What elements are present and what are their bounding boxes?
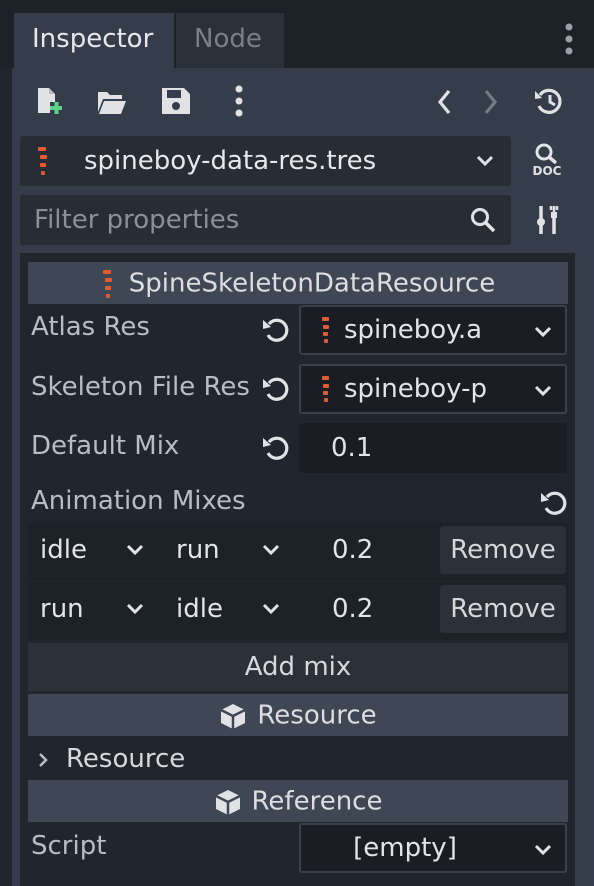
section-header-spine[interactable]: SpineSkeletonDataResource (28, 262, 568, 304)
atlas-res-label: Atlas Res (31, 312, 150, 342)
doc-button[interactable]: DOC (528, 142, 566, 180)
skeleton-file-res-field[interactable]: spineboy-p (299, 364, 567, 414)
tools-icon[interactable] (534, 204, 562, 236)
remove-mix-button[interactable]: Remove (440, 526, 566, 574)
chevron-down-icon (262, 602, 280, 616)
cube-icon (214, 788, 242, 816)
chevron-down-icon (126, 602, 144, 616)
revert-icon[interactable] (262, 316, 292, 344)
section-header-reference[interactable]: Reference (28, 780, 568, 822)
skeleton-file-res-label: Skeleton File Res (31, 372, 250, 402)
mix-from-select[interactable]: run (28, 582, 156, 636)
mix-to-select[interactable]: idle (164, 582, 292, 636)
chevron-right-icon (38, 752, 48, 768)
revert-icon[interactable] (262, 434, 292, 462)
tab-menu-icon[interactable] (561, 22, 577, 56)
spine-icon (36, 146, 50, 176)
script-label: Script (31, 831, 107, 861)
mix-duration-field[interactable]: 0.2 (300, 582, 430, 636)
chevron-down-icon (534, 325, 552, 339)
section-title: Resource (257, 700, 377, 731)
animation-mix-row: idle run 0.2 Remove (28, 523, 568, 581)
default-mix-field[interactable]: 0.1 (299, 423, 567, 473)
mix-duration-value: 0.2 (332, 594, 374, 624)
section-header-resource[interactable]: Resource (28, 694, 568, 736)
cube-icon (219, 702, 247, 730)
chevron-down-icon (476, 154, 494, 168)
chevron-down-icon (126, 543, 144, 557)
mix-from-select[interactable]: idle (28, 523, 156, 577)
skeleton-file-res-value: spineboy-p (344, 374, 487, 404)
add-mix-button[interactable]: Add mix (28, 643, 568, 691)
history-icon[interactable] (533, 86, 565, 116)
mix-from-value: idle (40, 535, 87, 565)
mix-to-select[interactable]: run (164, 523, 292, 577)
subsection-label: Resource (66, 744, 186, 774)
atlas-res-field[interactable]: spineboy.a (299, 305, 567, 355)
history-back-icon[interactable] (436, 88, 452, 116)
spine-icon (320, 316, 332, 344)
default-mix-value: 0.1 (331, 433, 373, 463)
remove-mix-button[interactable]: Remove (440, 585, 566, 633)
history-forward-icon[interactable] (483, 88, 499, 116)
resource-selector[interactable]: spineboy-data-res.tres (20, 136, 511, 186)
doc-label: DOC (532, 164, 562, 178)
mix-from-value: run (40, 594, 84, 624)
save-icon[interactable] (160, 86, 192, 116)
open-folder-icon[interactable] (96, 88, 128, 116)
section-title: SpineSkeletonDataResource (128, 268, 496, 299)
animation-mixes-label: Animation Mixes (31, 486, 246, 516)
default-mix-label: Default Mix (31, 431, 180, 461)
subsection-resource[interactable]: Resource (28, 738, 568, 780)
chevron-down-icon (534, 384, 552, 398)
new-resource-icon[interactable] (34, 86, 64, 116)
mix-to-value: idle (176, 594, 223, 624)
mix-to-value: run (176, 535, 220, 565)
filter-properties-input[interactable]: Filter properties (20, 195, 511, 245)
chevron-down-icon (262, 543, 280, 557)
atlas-res-value: spineboy.a (344, 315, 483, 345)
more-vertical-icon[interactable] (232, 84, 246, 118)
resource-selector-label: spineboy-data-res.tres (84, 146, 377, 176)
animation-mix-row: run idle 0.2 Remove (28, 582, 568, 640)
chevron-down-icon (534, 843, 552, 857)
script-value: [empty] (353, 833, 457, 863)
mix-duration-field[interactable]: 0.2 (300, 523, 430, 577)
script-field[interactable]: [empty] (299, 823, 567, 873)
mix-duration-value: 0.2 (332, 535, 374, 565)
revert-icon[interactable] (262, 375, 292, 403)
revert-icon[interactable] (540, 489, 570, 517)
section-title: Reference (251, 786, 383, 817)
spine-icon (320, 375, 332, 403)
filter-placeholder: Filter properties (34, 205, 240, 235)
tab-inspector[interactable]: Inspector (14, 13, 174, 68)
tab-node[interactable]: Node (176, 13, 284, 68)
search-icon (470, 207, 496, 233)
spine-icon (101, 269, 115, 299)
